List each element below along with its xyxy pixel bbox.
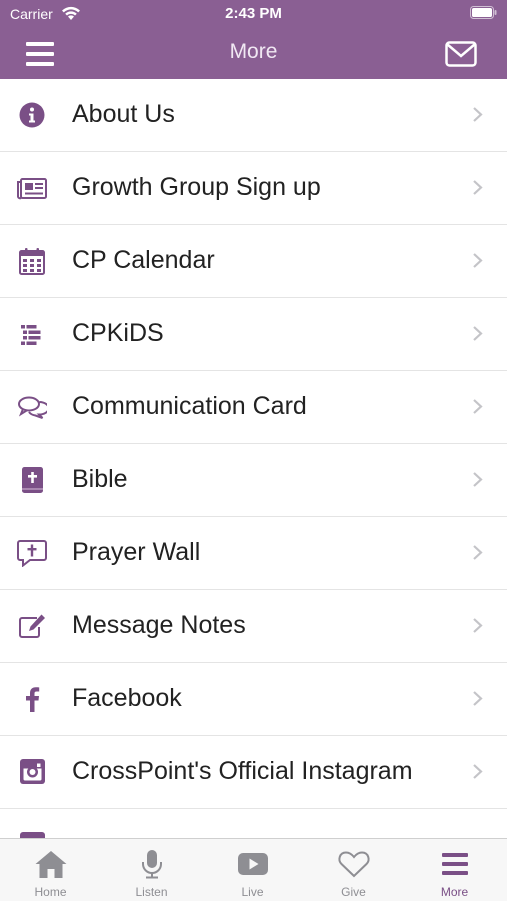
chevron-right-icon <box>473 545 483 560</box>
tab-label: Listen <box>135 885 168 899</box>
chevron-right-icon <box>473 253 483 268</box>
battery-icon <box>470 6 497 19</box>
menu-item-label: Message Notes <box>72 611 246 639</box>
menu-item-label: Bible <box>72 465 128 493</box>
facebook-icon <box>26 687 40 712</box>
menu-item-communication-card[interactable]: Communication Card <box>0 371 507 444</box>
more-menu-list: About Us Growth Group Sign up CP Calenda… <box>0 79 507 838</box>
edit-icon <box>19 614 45 638</box>
menu-item-label: CPKiDS <box>72 319 164 347</box>
tab-label: Home <box>34 885 67 899</box>
heart-icon <box>338 851 370 878</box>
menu-item-message-notes[interactable]: Message Notes <box>0 590 507 663</box>
menu-item-label: Prayer Wall <box>72 538 201 566</box>
tab-listen[interactable]: Listen <box>101 839 202 901</box>
page-title: More <box>229 40 278 63</box>
menu-item-cp-calendar[interactable]: CP Calendar <box>0 225 507 298</box>
play-icon <box>238 853 268 875</box>
menu-item-label: Communication Card <box>72 392 307 420</box>
cross-comment-icon <box>17 540 47 567</box>
calendar-icon <box>19 248 45 275</box>
list-icon <box>21 325 41 345</box>
menu-item-label: Facebook <box>72 684 182 712</box>
chevron-right-icon <box>473 107 483 122</box>
newspaper-icon <box>17 178 47 200</box>
menu-item-partial[interactable] <box>0 809 507 838</box>
tab-more[interactable]: More <box>404 839 505 901</box>
tab-label: More <box>440 885 469 899</box>
chevron-right-icon <box>473 618 483 633</box>
menu-item-label: Growth Group Sign up <box>72 173 321 201</box>
instagram-icon <box>20 759 45 784</box>
menu-item-growth-group-sign-up[interactable]: Growth Group Sign up <box>0 152 507 225</box>
menu-item-label: CP Calendar <box>72 246 215 274</box>
tab-give[interactable]: Give <box>303 839 404 901</box>
menu-item-about-us[interactable]: About Us <box>0 79 507 152</box>
bible-icon <box>22 467 43 493</box>
nav-bar: More <box>0 28 507 79</box>
comments-icon <box>18 396 47 419</box>
chevron-right-icon <box>473 691 483 706</box>
mail-icon[interactable] <box>445 41 477 67</box>
info-icon <box>19 102 45 128</box>
status-bar: Carrier 2:43 PM <box>0 0 507 28</box>
menu-item-facebook[interactable]: Facebook <box>0 663 507 736</box>
menu-item-prayer-wall[interactable]: Prayer Wall <box>0 517 507 590</box>
menu-item-label: CrossPoint's Official Instagram <box>72 757 413 785</box>
menu-item-bible[interactable]: Bible <box>0 444 507 517</box>
tab-bar: Home Listen Live Give More <box>0 838 507 901</box>
chevron-right-icon <box>473 764 483 779</box>
menu-item-cpkids[interactable]: CPKiDS <box>0 298 507 371</box>
home-icon <box>35 851 67 878</box>
chevron-right-icon <box>473 472 483 487</box>
tab-live[interactable]: Live <box>202 839 303 901</box>
menu-item-instagram[interactable]: CrossPoint's Official Instagram <box>0 736 507 809</box>
chevron-right-icon <box>473 399 483 414</box>
tab-home[interactable]: Home <box>0 839 101 901</box>
menu-icon <box>442 853 468 875</box>
chevron-right-icon <box>473 180 483 195</box>
tab-label: Give <box>341 885 366 899</box>
chevron-right-icon <box>473 326 483 341</box>
tab-label: Live <box>241 885 264 899</box>
microphone-icon <box>142 850 162 879</box>
partial-item-icon <box>20 832 45 838</box>
menu-item-label: About Us <box>72 100 175 128</box>
clock: 2:43 PM <box>225 5 282 22</box>
